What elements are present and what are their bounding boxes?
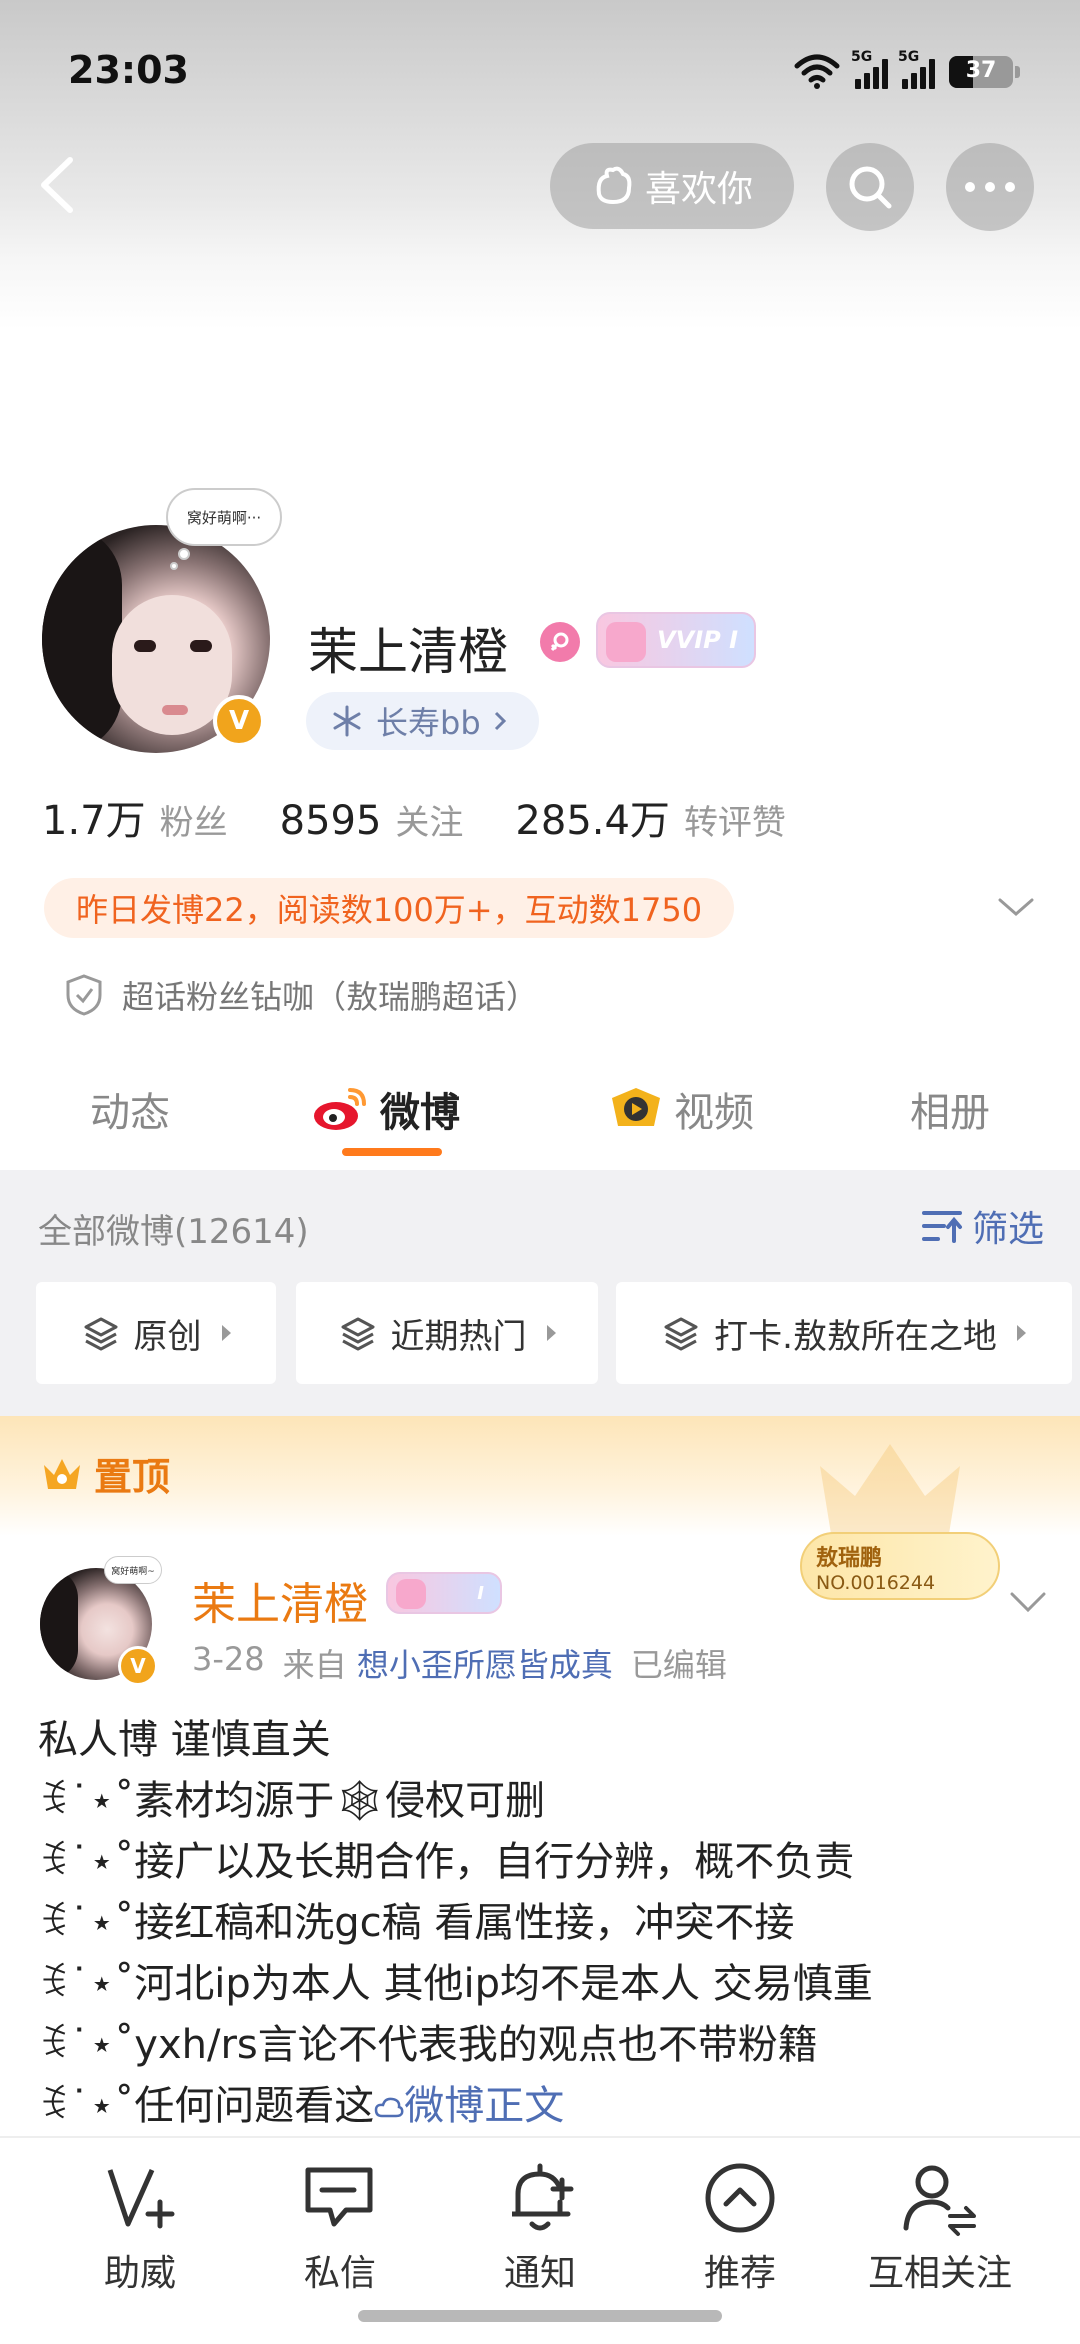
group-tag[interactable]: 长寿bb <box>306 692 539 750</box>
like-you-button[interactable]: 喜欢你 <box>550 143 794 229</box>
stat-interactions[interactable]: 285.4万 转评赞 <box>515 788 786 846</box>
chevron-down-icon[interactable] <box>1008 1588 1048 1616</box>
search-button[interactable] <box>826 143 914 231</box>
status-time: 23:03 <box>68 48 189 92</box>
filter-sort-icon <box>921 1211 962 1243</box>
all-weibo-count: 全部微博(12614) <box>38 1212 309 1252</box>
chevron-right-icon <box>494 711 506 731</box>
cheer-button[interactable]: 助威 <box>40 2158 240 2296</box>
shield-icon <box>66 974 102 1016</box>
post-line: ꉂ˙⋆˚素材均源于🕸侵权可删 <box>38 1778 546 1824</box>
like-you-label: 喜欢你 <box>644 169 753 210</box>
cheer-icon <box>107 2168 175 2229</box>
bell-icon <box>512 2163 574 2231</box>
more-button[interactable] <box>946 143 1034 231</box>
group-tag-label: 长寿bb <box>376 704 481 742</box>
profile-tabs: 动态 微博 视频 相册 <box>0 1060 1080 1170</box>
search-icon <box>849 166 892 209</box>
profile-username: 茉上清橙 <box>308 623 508 681</box>
back-button[interactable] <box>30 150 90 220</box>
filter-button[interactable]: 筛选 <box>920 1200 1044 1252</box>
post-body: 私人博 谨慎直关 ꉂ˙⋆˚素材均源于🕸侵权可删 ꉂ˙⋆˚接广以及长期合作，自行分… <box>38 1710 1048 2137</box>
recommend-button[interactable]: 推荐 <box>640 2158 840 2296</box>
post-line: ꉂ˙⋆˚接广以及长期合作，自行分辨，概不负责 <box>38 1839 855 1885</box>
chip-original[interactable]: 原创 <box>36 1282 276 1384</box>
signal-2-icon: 5G <box>898 49 935 89</box>
tab-weibo[interactable]: 微博 <box>310 1080 460 1138</box>
profile-header: 23:03 5G 5G 37 喜欢你 <box>0 0 1080 500</box>
chevron-down-icon[interactable] <box>996 892 1036 922</box>
message-icon <box>305 2167 373 2227</box>
chevron-left-icon <box>41 157 73 213</box>
fan-badge[interactable]: 敖瑞鹏 NO.0016244 <box>800 1532 1000 1600</box>
post-meta: 3-28 来自 想小歪所愿皆成真 已编辑 <box>192 1640 727 1686</box>
post-edited: 已编辑 <box>630 1646 727 1684</box>
cloud-link-icon <box>375 2097 404 2118</box>
verified-v-icon: V <box>213 695 265 747</box>
tab-video[interactable]: 视频 <box>608 1080 754 1138</box>
post-line-last: ꉂ˙⋆˚任何问题看这 微博正文 <box>38 2083 565 2129</box>
supertopic-badge[interactable]: 超话粉丝钻咖（敖瑞鹏超话） <box>64 972 538 1018</box>
stat-following[interactable]: 8595 关注 <box>280 795 464 844</box>
post-date: 3-28 <box>192 1640 265 1678</box>
more-dots-icon <box>965 182 1015 192</box>
filter-section: 全部微博(12614) 筛选 原创 近期热门 打卡.敖敖所在之地 <box>0 1170 1080 1416</box>
layers-icon <box>341 1317 374 1351</box>
weibo-article-link[interactable]: 微博正文 <box>374 2083 564 2129</box>
post-line: ꉂ˙⋆˚接红稿和洗gc稿 看属性接，冲突不接 <box>38 1900 795 1946</box>
wifi-icon <box>794 54 840 89</box>
post-line: ꉂ˙⋆˚yxh/rs言论不代表我的观点也不带粉籍 <box>38 2022 818 2068</box>
female-icon <box>540 622 580 662</box>
post-from-label: 来自 <box>282 1646 347 1684</box>
post-line: 私人博 谨慎直关 <box>38 1717 331 1763</box>
status-bar: 23:03 5G 5G 37 <box>0 0 1080 140</box>
layers-icon <box>664 1317 698 1351</box>
mutual-follow-button[interactable]: 互相关注 <box>840 2158 1040 2296</box>
tab-album[interactable]: 相册 <box>910 1080 990 1138</box>
video-play-icon <box>612 1088 660 1126</box>
snowflake-icon <box>333 705 361 737</box>
status-icons: 5G 5G 37 <box>793 49 1020 92</box>
crown-icon <box>44 1458 80 1489</box>
home-indicator[interactable] <box>358 2310 722 2322</box>
verified-v-icon: V <box>118 1646 158 1686</box>
post-line: ꉂ˙⋆˚河北ip为本人 其他ip均不是本人 交易慎重 <box>38 1961 873 2007</box>
supertopic-label: 超话粉丝钻咖（敖瑞鹏超话） <box>122 978 539 1016</box>
recommend-icon <box>705 2163 775 2233</box>
chip-checkin[interactable]: 打卡.敖敖所在之地 <box>616 1282 1072 1384</box>
layers-icon <box>84 1317 117 1351</box>
paw-icon <box>596 166 632 205</box>
mutual-follow-icon <box>903 2165 976 2236</box>
notify-button[interactable]: 通知 <box>440 2158 640 2296</box>
stat-fans[interactable]: 1.7万 粉丝 <box>42 788 228 846</box>
chip-recent-hot[interactable]: 近期热门 <box>296 1282 598 1384</box>
signal-1-icon: 5G <box>851 49 888 89</box>
post-vip-badge[interactable]: I <box>386 1572 502 1614</box>
post-source[interactable]: 想小歪所愿皆成真 <box>357 1646 613 1684</box>
pinned-label: 置顶 <box>40 1446 170 1501</box>
weibo-logo-icon <box>314 1088 366 1130</box>
daily-info-badge[interactable]: 昨日发博22，阅读数100万+，互动数1750 <box>44 878 735 938</box>
post-avatar-bubble: 窝好萌啊~ <box>104 1556 162 1584</box>
message-button[interactable]: 私信 <box>240 2158 440 2296</box>
active-tab-indicator <box>342 1148 442 1156</box>
vip-heart-icon <box>396 1579 426 1609</box>
battery-icon: 37 <box>949 56 1013 88</box>
vip-badge[interactable]: VVIP I <box>596 612 756 668</box>
vip-heart-icon <box>606 622 646 662</box>
avatar-speech-bubble: 窝好萌啊··· <box>166 488 282 546</box>
post-author-name[interactable]: 茉上清橙 <box>192 1568 368 1632</box>
profile-stats: 1.7万 粉丝 8595 关注 285.4万 转评赞 <box>42 788 838 846</box>
tab-feed[interactable]: 动态 <box>90 1080 170 1138</box>
pinned-header: 置顶 <box>0 1416 1080 1540</box>
crown-watermark-icon <box>820 1444 960 1540</box>
